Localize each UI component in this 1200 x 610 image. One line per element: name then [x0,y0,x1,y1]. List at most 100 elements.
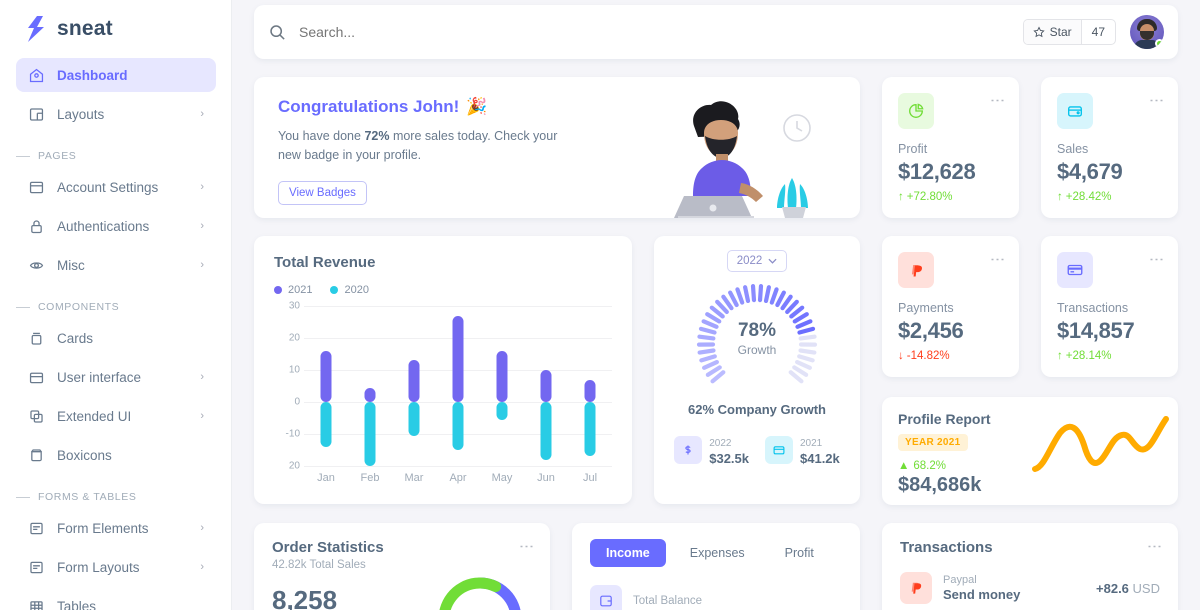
gauge-center: 78% Growth [682,320,832,357]
arrow-up-icon: ↑ [898,191,904,203]
legend-item-2020[interactable]: 2020 [330,284,369,296]
order-statistics-donut [438,577,522,610]
legend-item-2021[interactable]: 2021 [274,284,312,296]
sidebar-item-misc[interactable]: Misc › [16,248,216,282]
gauge-tick [785,299,799,315]
gauge-sublabel: Growth [737,343,777,357]
dollar-icon [674,435,703,464]
sidebar-item-label: User interface [57,369,142,385]
bar-2021 [408,360,420,402]
avatar[interactable] [1130,15,1164,49]
stat-label: Transactions [1057,301,1129,315]
chart-pie-icon [898,93,934,129]
sidebar-item-tables[interactable]: Tables [16,589,216,610]
legend-label-2020: 2020 [344,284,369,296]
stat-label: Profit [898,142,928,156]
stat-value: $12,628 [898,159,976,184]
stat-card-menu-button[interactable]: ⋮ [989,252,1006,268]
sidebar-item-layouts[interactable]: Layouts › [16,97,216,131]
bar-2021 [452,315,464,402]
sidebar-item-dashboard[interactable]: Dashboard [16,58,216,92]
y-tick-label: 10 [288,364,300,376]
card-icon [31,332,42,345]
congrats-text-before: You have done [278,129,365,143]
sidebar-item-user-interface[interactable]: User interface › [16,360,216,394]
chart-bars [304,306,612,466]
y-tick-label: -10 [285,428,300,440]
sidebar-item-boxicons[interactable]: Boxicons [16,438,216,472]
search-input[interactable] [299,24,599,40]
bar-2021 [364,387,376,402]
x-tick-label: Apr [449,472,467,484]
stat-label: Payments [898,301,954,315]
stat-card-payments: ⋮ Payments $2,456 ↓ -14.82% [882,236,1019,377]
sidebar-item-cards[interactable]: Cards [16,321,216,355]
section-title: COMPONENTS [38,301,120,313]
stat-delta: ↑ +28.14% [1057,350,1162,362]
sidebar-item-form-elements[interactable]: Form Elements › [16,511,216,545]
stat-card-menu-button[interactable]: ⋮ [1148,93,1165,109]
order-statistics-subtitle: 42.82k Total Sales [272,559,366,571]
topbar: Star 47 [254,5,1178,59]
star-button-left[interactable]: Star [1023,20,1081,44]
stat-delta-value: -14.82% [906,350,950,362]
x-tick-label: Jan [317,472,335,484]
stat-card-menu-button[interactable]: ⋮ [1148,252,1165,268]
star-label: Star [1049,25,1072,39]
search-icon[interactable] [268,23,287,42]
sidebar-section-components: COMPONENTS [16,287,216,321]
tab-profit[interactable]: Profit [769,539,830,567]
profile-report-card: Profile Report YEAR 2021 ▲ 68.2% $84,686… [882,397,1178,505]
gauge-tick [789,305,805,319]
legend-dot-2021 [274,286,282,294]
form-icon [30,522,43,534]
form-layout-icon [30,561,43,573]
bar-2021 [320,350,332,402]
order-card-menu-button[interactable]: ⋮ [518,539,535,555]
tab-income[interactable]: Income [590,539,666,567]
gauge-tick [788,370,804,384]
profile-report-badge: YEAR 2021 [898,434,968,451]
gauge-tick [795,359,812,370]
year-select[interactable]: 2022 [726,250,788,272]
stat-card-menu-button[interactable]: ⋮ [989,93,1006,109]
revenue-chart-wrap: Total Revenue 2021 2020 30 20 10 0 -10 20 [274,254,612,494]
sidebar-item-account-settings[interactable]: Account Settings › [16,170,216,204]
y-tick-label: 30 [288,300,300,312]
sidebar-item-authentications[interactable]: Authentications › [16,209,216,243]
sneat-logo-icon [28,16,44,42]
sidebar-item-label: Form Elements [57,520,149,536]
bar-2021 [496,350,508,402]
gauge-tick [709,305,725,319]
legend-label-2021: 2021 [288,284,313,296]
transactions-header: Transactions ⋮ [900,539,1163,556]
y-tick-label: 20 [288,460,300,472]
transactions-menu-button[interactable]: ⋮ [1146,539,1163,555]
stat-delta-value: +72.80% [906,191,953,203]
growth-stat-text: 2022 $32.5k [709,433,749,466]
section-dash [16,306,30,308]
chevron-right-icon: › [200,410,204,422]
gauge-tick [763,285,771,304]
row-top: Congratulations John! 🎉 You have done 72… [254,77,1178,218]
revenue-title: Total Revenue [274,254,376,271]
stat-pair-top: ⋮ Profit $12,628 ↑ +72.80% ⋮ Sales $4,67… [882,77,1178,218]
view-badges-button[interactable]: View Badges [278,180,367,205]
stat-label: Sales [1057,142,1089,156]
gauge-tick [775,290,786,308]
transaction-row: Paypal Send money +82.6 USD [900,572,1160,604]
transactions-card: Transactions ⋮ Paypal Send money +82.6 U… [882,523,1178,610]
transactions-title: Transactions [900,539,993,556]
x-axis: Jan Feb Mar Apr May Jun Jul [304,472,612,484]
growth-stat-2022: 2022 $32.5k [674,433,749,466]
sidebar-item-extended-ui[interactable]: Extended UI › [16,399,216,433]
brand[interactable]: sneat [0,0,232,54]
sidebar-item-form-layouts[interactable]: Form Layouts › [16,550,216,584]
star-button[interactable]: Star 47 [1022,19,1116,45]
stat-delta: ↓ -14.82% [898,350,1003,362]
congrats-illustration [674,101,811,218]
tab-expenses[interactable]: Expenses [674,539,761,567]
copy-icon [30,409,43,423]
transaction-desc: Send money [943,587,1021,602]
arrow-up-icon: ↑ [1057,191,1063,203]
